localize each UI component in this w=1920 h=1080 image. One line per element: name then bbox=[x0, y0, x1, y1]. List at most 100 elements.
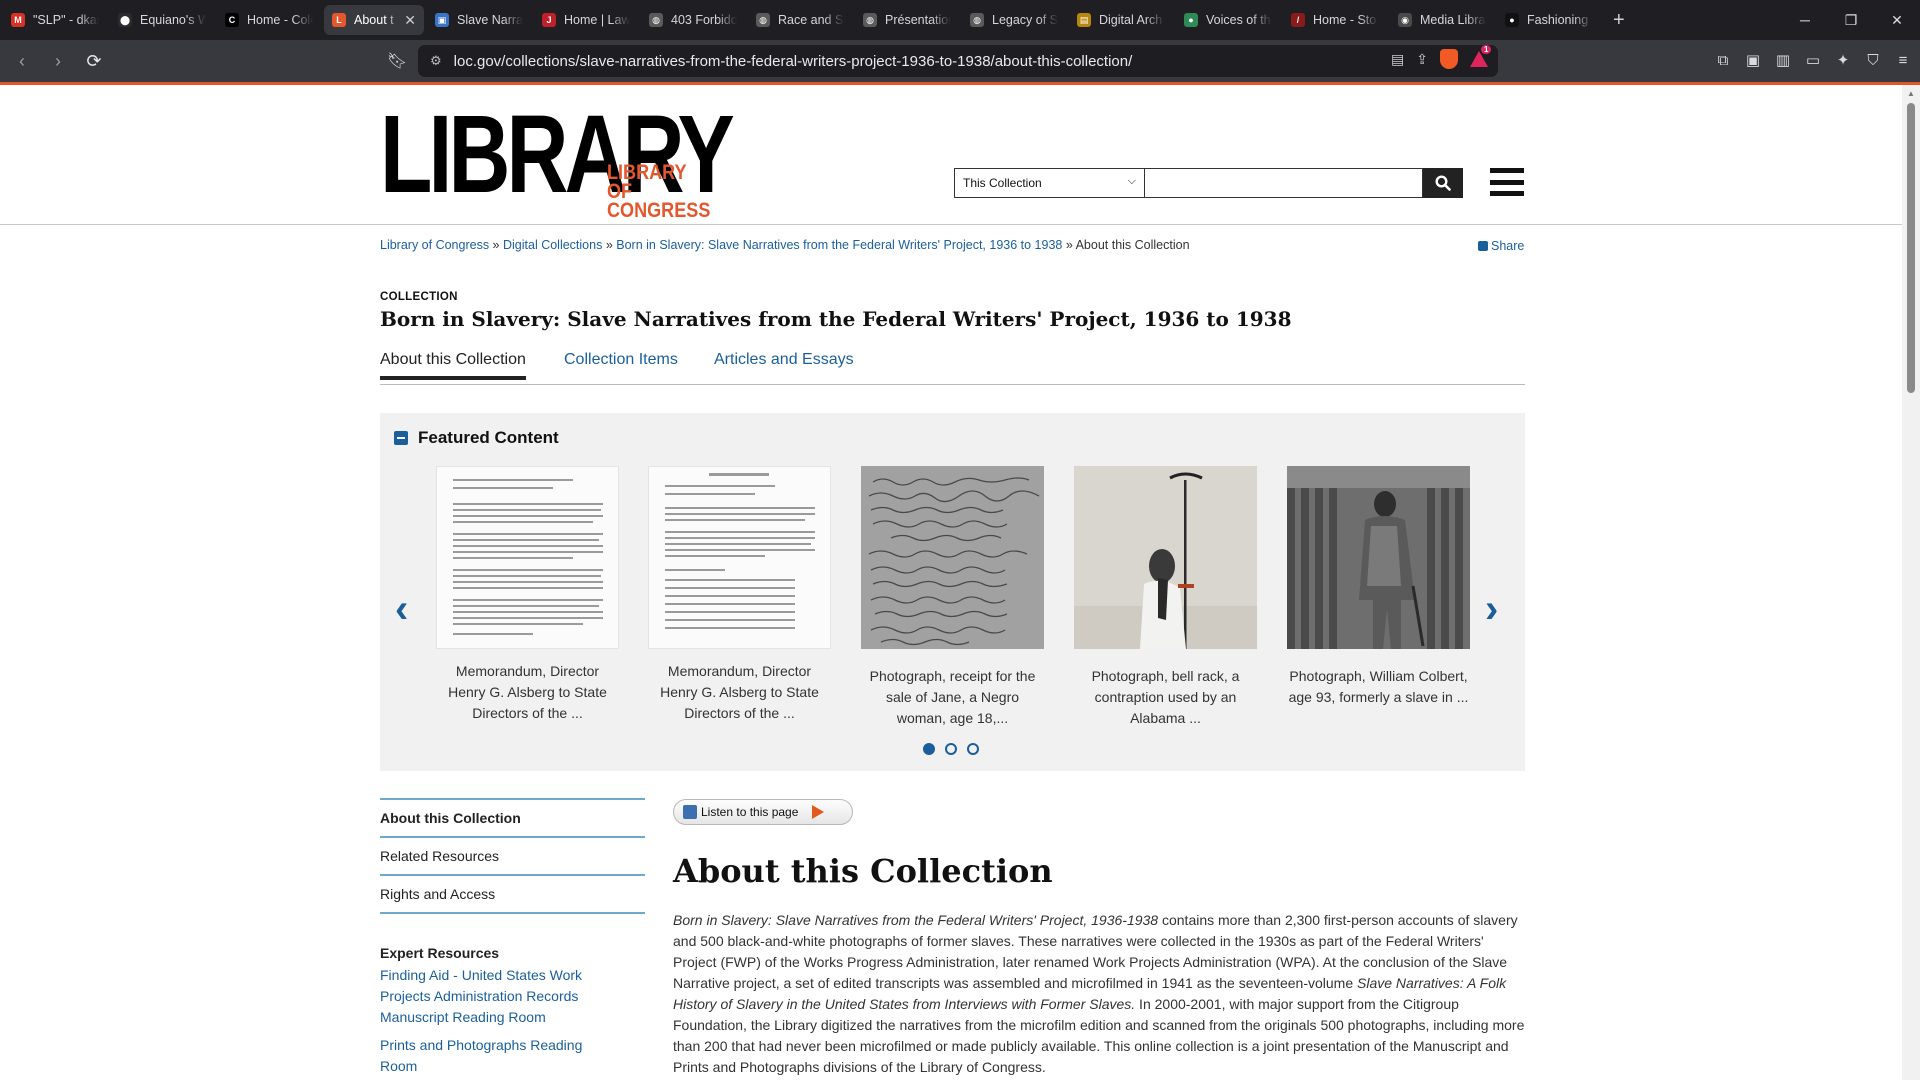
address-bar[interactable]: ⚙ loc.gov/collections/slave-narratives-f… bbox=[418, 45, 1498, 77]
section-nav-item[interactable]: About this Collection bbox=[380, 798, 645, 836]
loc-logo[interactable]: LIBRARY LIBRARY OF CONGRESS bbox=[380, 100, 745, 222]
close-tab-icon[interactable]: ✕ bbox=[404, 12, 416, 29]
leo-ai-icon[interactable]: ✦ bbox=[1834, 48, 1852, 72]
featured-caption[interactable]: Photograph, receipt for the sale of Jane… bbox=[861, 666, 1044, 729]
scroll-up-icon[interactable]: ▲ bbox=[1907, 89, 1915, 98]
browser-menu-icon[interactable]: ≡ bbox=[1894, 48, 1912, 72]
carousel-dot[interactable] bbox=[945, 743, 957, 755]
breadcrumb: Library of Congress » Digital Collection… bbox=[380, 238, 1190, 252]
restore-icon[interactable]: ❐ bbox=[1828, 0, 1874, 40]
reader-mode-icon[interactable]: ▤ bbox=[1391, 51, 1404, 68]
address-bar-url[interactable]: loc.gov/collections/slave-narratives-fro… bbox=[454, 53, 1133, 70]
carousel-dot[interactable] bbox=[923, 743, 935, 755]
logo-subtitle-line-2: OF CONGRESS bbox=[607, 180, 711, 222]
brave-shields-icon[interactable] bbox=[1440, 49, 1458, 69]
featured-item[interactable]: Memorandum, Director Henry G. Alsberg to… bbox=[436, 466, 619, 724]
memo-thumbnail[interactable] bbox=[436, 466, 619, 649]
expert-resource-link[interactable]: Manuscript Reading Room bbox=[380, 1007, 610, 1028]
browser-tab[interactable]: ● Fashioning bbox=[1497, 5, 1601, 35]
featured-heading-label: Featured Content bbox=[418, 428, 559, 447]
browser-tab[interactable]: ◍ Legacy of Sl bbox=[962, 5, 1066, 35]
tab-about-this-collection[interactable]: About this Collection bbox=[380, 351, 526, 380]
featured-item[interactable]: Memorandum, Director Henry G. Alsberg to… bbox=[648, 466, 831, 724]
close-window-icon[interactable]: ✕ bbox=[1874, 0, 1920, 40]
main-menu-button[interactable] bbox=[1490, 168, 1524, 196]
new-tab-button[interactable]: + bbox=[1613, 9, 1625, 32]
share-button[interactable]: Share bbox=[1478, 239, 1524, 253]
tab-title: Fashioning bbox=[1527, 13, 1589, 27]
wallet-icon[interactable]: ▭ bbox=[1804, 48, 1822, 72]
share-page-icon[interactable]: ⇪ bbox=[1416, 51, 1428, 68]
tab-collection-items[interactable]: Collection Items bbox=[564, 351, 678, 377]
screenshot-icon[interactable]: ▣ bbox=[1744, 48, 1762, 72]
memo-thumbnail[interactable] bbox=[648, 466, 831, 649]
bell-rack-photo-thumbnail[interactable] bbox=[1074, 466, 1257, 649]
browser-tab[interactable]: M "SLP" - dkan bbox=[3, 5, 107, 35]
breadcrumb-link[interactable]: Born in Slavery: Slave Narratives from t… bbox=[616, 238, 1062, 252]
expert-resource-link[interactable]: Finding Aid - United States Work Project… bbox=[380, 965, 610, 1007]
browser-tab[interactable]: ◍ Race and Sl bbox=[748, 5, 852, 35]
receipt-photo-thumbnail[interactable] bbox=[861, 466, 1044, 649]
section-nav-item[interactable]: Rights and Access bbox=[380, 874, 645, 912]
scrollbar-thumb[interactable] bbox=[1907, 103, 1915, 393]
search-button[interactable] bbox=[1423, 168, 1463, 198]
breadcrumb-link[interactable]: Digital Collections bbox=[503, 238, 602, 252]
featured-caption[interactable]: Photograph, bell rack, a contraption use… bbox=[1074, 666, 1257, 729]
expert-resource-link[interactable]: Prints and Photographs Reading Room bbox=[380, 1035, 610, 1077]
tab-title: Slave Narrat bbox=[457, 13, 523, 27]
brave-rewards-icon[interactable]: 1 bbox=[1470, 45, 1492, 67]
carousel-dot[interactable] bbox=[967, 743, 979, 755]
tab-favicon-icon: ▣ bbox=[435, 13, 449, 27]
speaker-icon bbox=[683, 805, 697, 819]
browser-tab[interactable]: ▣ Slave Narrat bbox=[427, 5, 531, 35]
browser-tab[interactable]: ◍ 403 Forbidd bbox=[641, 5, 745, 35]
page-tabs: About this Collection Collection Items A… bbox=[380, 351, 1525, 385]
carousel-next-button[interactable]: › bbox=[1485, 589, 1498, 629]
listen-button[interactable]: Listen to this page bbox=[673, 799, 853, 825]
browser-tab[interactable]: ▤ Digital Arch bbox=[1069, 5, 1173, 35]
william-colbert-photo-thumbnail[interactable] bbox=[1287, 466, 1470, 649]
featured-heading[interactable]: Featured Content bbox=[394, 428, 559, 448]
tab-title: Voices of th bbox=[1206, 13, 1271, 27]
carousel-pagination bbox=[923, 743, 979, 755]
featured-item[interactable]: Photograph, William Colbert, age 93, for… bbox=[1287, 466, 1470, 708]
section-heading: About this Collection bbox=[673, 852, 1053, 890]
vpn-icon[interactable]: ⛉ bbox=[1864, 48, 1882, 72]
section-nav-divider bbox=[380, 912, 645, 914]
back-arrow-icon[interactable]: ‹ bbox=[8, 47, 36, 75]
reload-icon[interactable]: ⟳ bbox=[80, 47, 108, 75]
search-input[interactable] bbox=[1145, 168, 1423, 198]
carousel-prev-button[interactable]: ‹ bbox=[395, 589, 408, 629]
featured-caption[interactable]: Memorandum, Director Henry G. Alsberg to… bbox=[648, 661, 831, 724]
tab-articles-and-essays[interactable]: Articles and Essays bbox=[714, 351, 854, 377]
browser-tab[interactable]: C Home - Colo bbox=[217, 5, 321, 35]
tab-title: Home - Sto bbox=[1313, 13, 1377, 27]
tab-favicon-icon: ⬤ bbox=[118, 13, 132, 27]
featured-caption[interactable]: Photograph, William Colbert, age 93, for… bbox=[1287, 666, 1470, 708]
browser-tab[interactable]: / Home - Sto bbox=[1283, 5, 1387, 35]
search-scope-select[interactable]: This Collection ⌵ bbox=[954, 168, 1145, 198]
collapse-icon[interactable] bbox=[394, 431, 408, 445]
site-settings-icon[interactable]: ⚙ bbox=[430, 53, 442, 69]
browser-tab[interactable]: ◉ Media Libra bbox=[1390, 5, 1494, 35]
section-nav-item[interactable]: Related Resources bbox=[380, 836, 645, 874]
sidebar-icon[interactable]: ▥ bbox=[1774, 48, 1792, 72]
browser-tab[interactable]: L About t ✕ bbox=[324, 5, 424, 35]
page-scrollbar[interactable]: ▲ bbox=[1902, 85, 1920, 1080]
browser-tab[interactable]: ◍ Présentation bbox=[855, 5, 959, 35]
featured-caption[interactable]: Memorandum, Director Henry G. Alsberg to… bbox=[436, 661, 619, 724]
extensions-icon[interactable]: ⧉ bbox=[1714, 48, 1732, 72]
browser-tab[interactable]: ● Voices of th bbox=[1176, 5, 1280, 35]
featured-item[interactable]: Photograph, receipt for the sale of Jane… bbox=[861, 466, 1044, 729]
minimize-icon[interactable]: ─ bbox=[1782, 0, 1828, 40]
tab-title: Race and Sl bbox=[778, 13, 844, 27]
forward-arrow-icon[interactable]: › bbox=[44, 47, 72, 75]
browser-tab[interactable]: ⬤ Equiano's W bbox=[110, 5, 214, 35]
tab-favicon-icon: ◍ bbox=[756, 13, 770, 27]
breadcrumb-link[interactable]: Library of Congress bbox=[380, 238, 489, 252]
browser-tab[interactable]: J Home | Laws bbox=[534, 5, 638, 35]
tab-title: 403 Forbidd bbox=[671, 13, 737, 27]
featured-item[interactable]: Photograph, bell rack, a contraption use… bbox=[1074, 466, 1257, 729]
bookmark-icon[interactable]: 🔖︎ bbox=[386, 49, 408, 73]
share-label: Share bbox=[1491, 239, 1525, 253]
